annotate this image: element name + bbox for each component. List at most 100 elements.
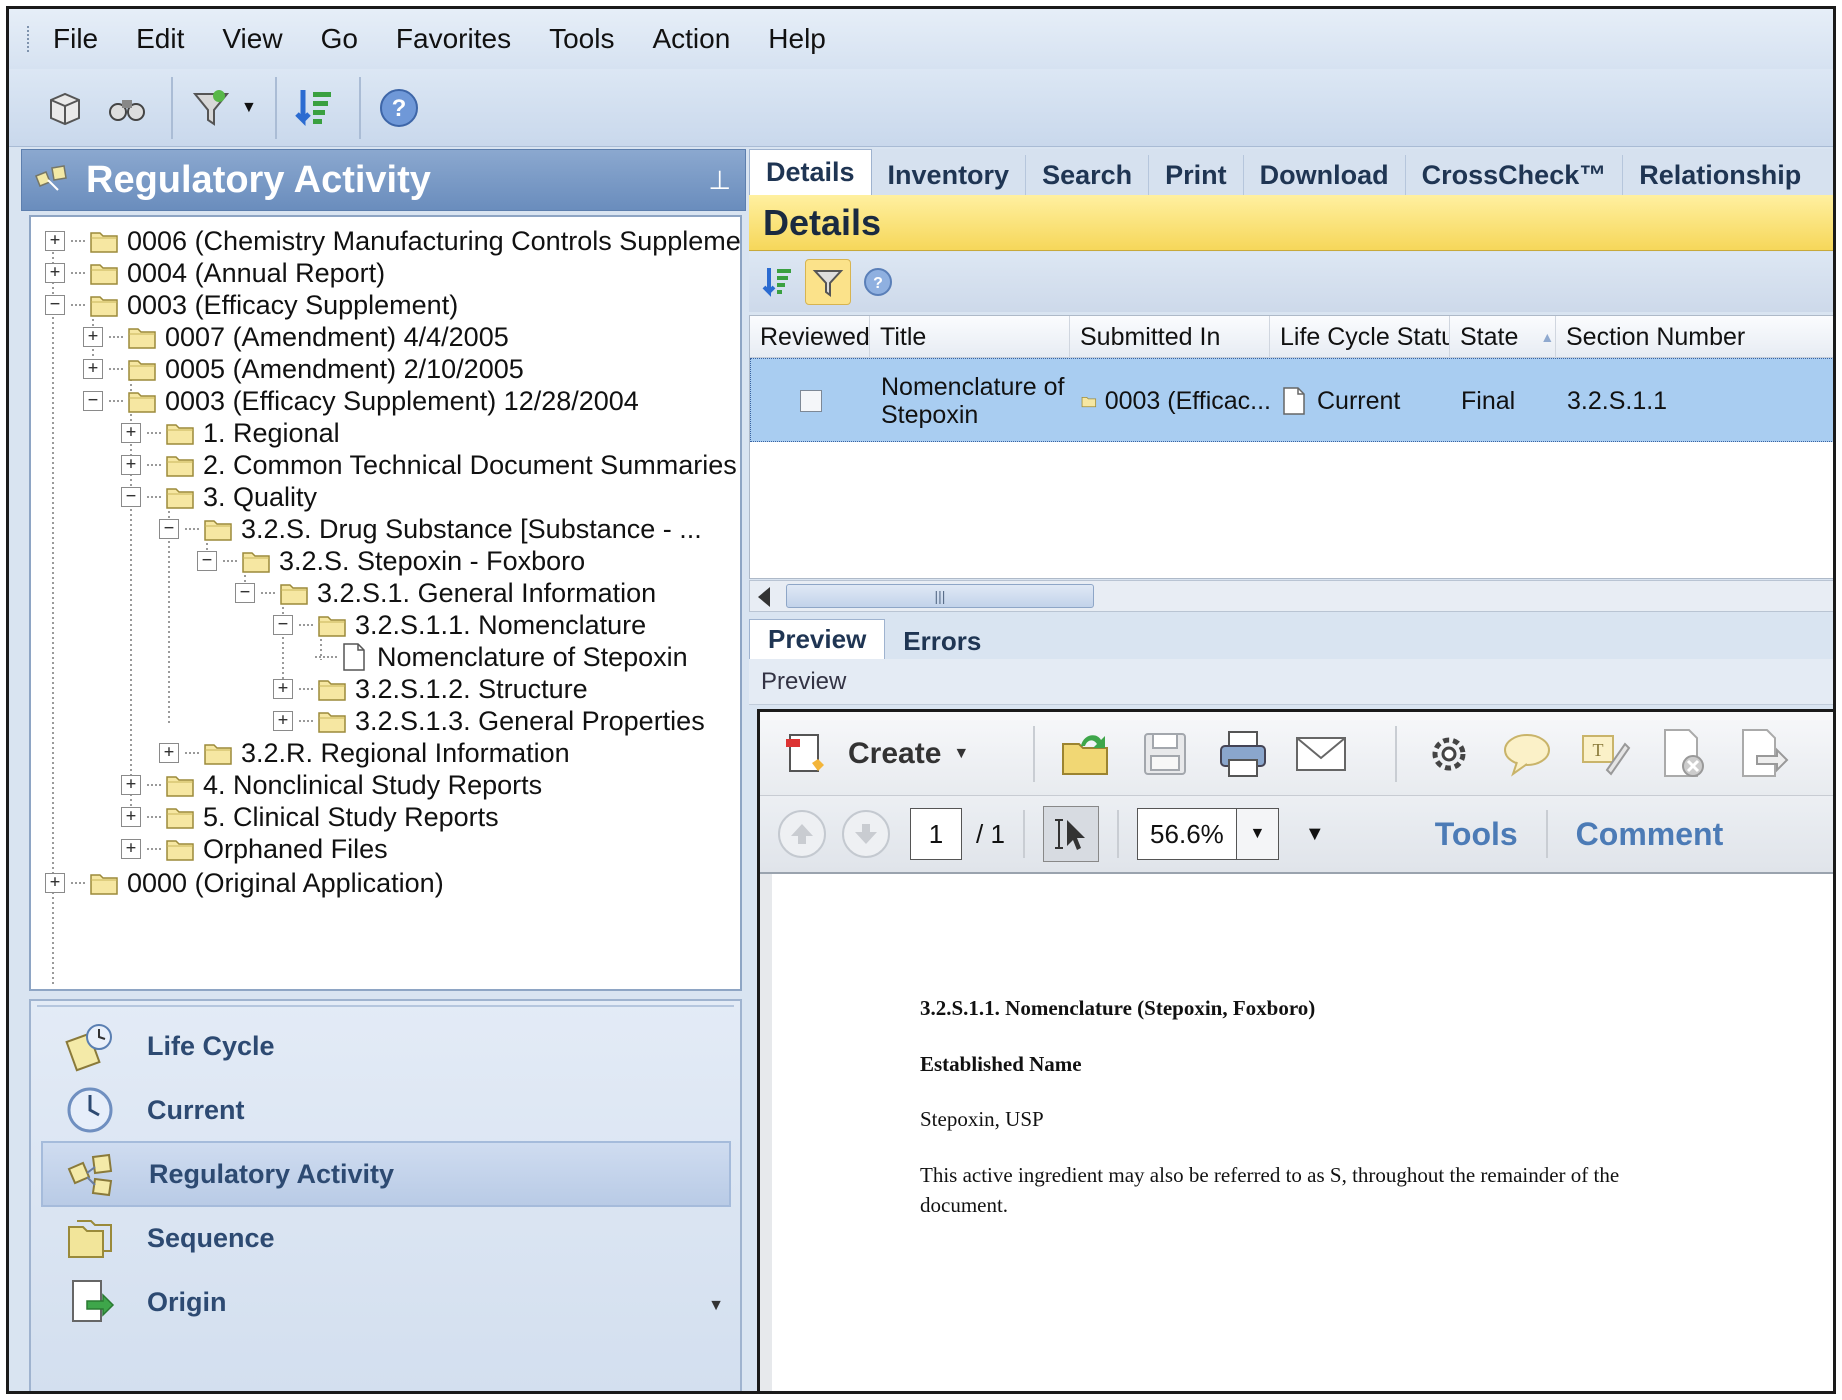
expand-icon[interactable]: +: [45, 873, 65, 893]
menu-action[interactable]: Action: [652, 23, 730, 55]
nav-life-cycle[interactable]: Life Cycle: [41, 1013, 731, 1079]
stamp-document-icon[interactable]: [1655, 726, 1711, 782]
text-edit-icon[interactable]: T: [1577, 726, 1633, 782]
open-box-button[interactable]: [37, 80, 93, 136]
collapse-icon[interactable]: −: [159, 519, 179, 539]
tree-node[interactable]: +0000 (Original Application): [45, 865, 444, 901]
col-title[interactable]: Title: [870, 316, 1070, 358]
menu-file[interactable]: File: [53, 23, 98, 55]
expand-icon[interactable]: +: [121, 807, 141, 827]
grid-sort-button[interactable]: [755, 259, 801, 305]
zoom-dropdown[interactable]: ▼: [1236, 808, 1279, 860]
previous-page-button[interactable]: [778, 810, 826, 858]
menu-edit[interactable]: Edit: [136, 23, 184, 55]
expand-icon[interactable]: +: [159, 743, 179, 763]
menu-grip[interactable]: [27, 26, 33, 52]
comment-icon[interactable]: [1499, 726, 1555, 782]
tab-details[interactable]: Details: [749, 149, 872, 195]
col-section-number[interactable]: Section Number: [1556, 316, 1833, 358]
tree-node[interactable]: + Orphaned Files: [121, 831, 388, 867]
reviewed-checkbox[interactable]: [800, 390, 822, 412]
table-row[interactable]: Nomenclature of Stepoxin 0003 (Efficac..…: [750, 358, 1833, 443]
expand-icon[interactable]: +: [121, 775, 141, 795]
expand-icon[interactable]: +: [121, 423, 141, 443]
tab-inventory[interactable]: Inventory: [872, 155, 1027, 195]
col-submitted-in[interactable]: Submitted In: [1070, 316, 1270, 358]
comment-pane-link[interactable]: Comment: [1576, 816, 1724, 853]
nav-overflow-caret[interactable]: ▼: [708, 1297, 724, 1315]
tree-node[interactable]: +0004 (Annual Report): [45, 255, 385, 291]
tree-node[interactable]: +5. Clinical Study Reports: [121, 799, 499, 835]
tools-pane-link[interactable]: Tools: [1435, 816, 1518, 853]
tree-node[interactable]: − 3.2.S.1. General Information: [235, 575, 656, 611]
find-button[interactable]: [99, 80, 155, 136]
menu-help[interactable]: Help: [768, 23, 826, 55]
tree-node[interactable]: − 3.2.S.1.1. Nomenclature: [273, 607, 646, 643]
collapse-icon[interactable]: −: [121, 487, 141, 507]
select-tool-button[interactable]: [1042, 806, 1099, 862]
expand-icon[interactable]: +: [45, 231, 65, 251]
nav-regulatory-activity[interactable]: Regulatory Activity: [41, 1141, 731, 1207]
scroll-left-arrow[interactable]: [758, 587, 770, 607]
tree-node[interactable]: +3.2.S.1.3. General Properties: [273, 703, 705, 739]
tree-node[interactable]: Nomenclature of Stepoxin: [311, 639, 688, 675]
more-tools-caret[interactable]: ▼: [1305, 823, 1325, 846]
nav-origin[interactable]: Origin: [41, 1269, 731, 1335]
tree-view[interactable]: +0006 (Chemistry Manufacturing Controls …: [29, 215, 742, 991]
tab-search[interactable]: Search: [1026, 155, 1150, 195]
tree-node[interactable]: +0005 (Amendment) 2/10/2005: [83, 351, 524, 387]
tree-node[interactable]: − 0003 (Efficacy Supplement) 12/28/2004: [83, 383, 639, 419]
tab-print[interactable]: Print: [1149, 155, 1244, 195]
expand-icon[interactable]: +: [273, 679, 293, 699]
tree-node[interactable]: +4. Nonclinical Study Reports: [121, 767, 542, 803]
grid-filter-button[interactable]: [805, 259, 851, 305]
expand-icon[interactable]: +: [45, 263, 65, 283]
scroll-thumb[interactable]: |||: [786, 584, 1094, 608]
collapse-icon[interactable]: −: [197, 551, 217, 571]
export-document-icon[interactable]: [1733, 726, 1789, 782]
tree-node[interactable]: +2. Common Technical Document Summaries: [121, 447, 737, 483]
expand-icon[interactable]: +: [83, 359, 103, 379]
tree-node[interactable]: +3.2.S.1.2. Structure: [273, 671, 588, 707]
collapse-icon[interactable]: −: [45, 295, 65, 315]
menu-tools[interactable]: Tools: [549, 23, 614, 55]
col-life-cycle-status[interactable]: Life Cycle Status: [1270, 316, 1450, 358]
nav-current[interactable]: Current: [41, 1077, 731, 1143]
menu-view[interactable]: View: [222, 23, 282, 55]
tab-relationship[interactable]: Relationship: [1623, 155, 1817, 195]
col-reviewed[interactable]: Reviewed: [750, 316, 870, 358]
tab-crosscheck[interactable]: CrossCheck™: [1406, 155, 1624, 195]
grid-help-button[interactable]: ?: [855, 259, 901, 305]
expand-icon[interactable]: +: [273, 711, 293, 731]
sort-button[interactable]: [287, 80, 343, 136]
tab-errors[interactable]: Errors: [885, 623, 999, 659]
tree-node[interactable]: +3.2.R. Regional Information: [159, 735, 570, 771]
gear-icon[interactable]: [1421, 726, 1477, 782]
horizontal-scrollbar[interactable]: |||: [749, 580, 1833, 612]
expand-icon[interactable]: +: [83, 327, 103, 347]
print-icon[interactable]: [1215, 726, 1271, 782]
menu-favorites[interactable]: Favorites: [396, 23, 511, 55]
tree-node[interactable]: +0007 (Amendment) 4/4/2005: [83, 319, 509, 355]
page-number-input[interactable]: 1: [910, 808, 962, 860]
help-button[interactable]: ?: [371, 80, 427, 136]
tab-download[interactable]: Download: [1244, 155, 1406, 195]
tree-node[interactable]: +1. Regional: [121, 415, 340, 451]
email-icon[interactable]: [1293, 726, 1349, 782]
collapse-icon[interactable]: −: [83, 391, 103, 411]
tree-node[interactable]: +0006 (Chemistry Manufacturing Controls …: [45, 223, 740, 259]
tree-node[interactable]: − 3. Quality: [121, 479, 317, 515]
zoom-input[interactable]: 56.6%: [1136, 808, 1237, 860]
tree-node[interactable]: − 3.2.S. Stepoxin - Foxboro: [197, 543, 585, 579]
expand-icon[interactable]: +: [121, 455, 141, 475]
tree-node[interactable]: − 3.2.S. Drug Substance [Substance - ...: [159, 511, 702, 547]
filter-dropdown-caret[interactable]: ▼: [241, 99, 257, 117]
collapse-icon[interactable]: −: [273, 615, 293, 635]
next-page-button[interactable]: [842, 810, 890, 858]
cell-reviewed[interactable]: [751, 359, 871, 443]
filter-button[interactable]: [183, 80, 239, 136]
open-folder-icon[interactable]: [1059, 726, 1115, 782]
tab-preview[interactable]: Preview: [749, 619, 886, 659]
collapse-icon[interactable]: −: [235, 583, 255, 603]
pin-icon[interactable]: ⊥: [708, 165, 731, 196]
